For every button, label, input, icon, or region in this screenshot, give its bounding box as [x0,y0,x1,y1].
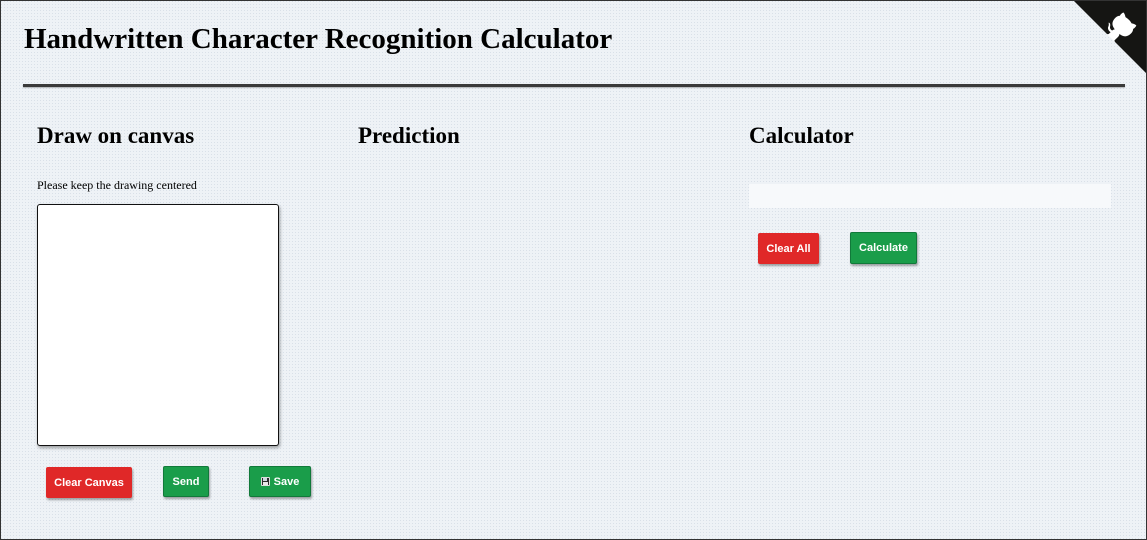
clear-all-button-label: Clear All [766,242,811,255]
save-button[interactable]: Save [249,466,311,497]
calculator-section-heading: Calculator [749,123,854,148]
title-divider [23,84,1125,87]
drawing-canvas[interactable] [37,204,279,446]
save-button-label: Save [273,475,300,488]
calculator-display-input[interactable] [749,184,1111,208]
clear-canvas-button[interactable]: Clear Canvas [46,467,132,498]
github-corner-link[interactable] [1074,1,1146,73]
clear-canvas-button-label: Clear Canvas [54,476,124,489]
floppy-disk-icon [260,477,270,486]
send-button[interactable]: Send [163,466,209,497]
draw-section-heading: Draw on canvas [37,123,195,148]
clear-all-button[interactable]: Clear All [758,233,819,264]
send-button-label: Send [172,475,200,488]
calculate-button-label: Calculate [859,242,908,254]
drawing-hint-text: Please keep the drawing centered [37,178,197,192]
page-title: Handwritten Character Recognition Calcul… [24,23,613,55]
calculate-button[interactable]: Calculate [850,232,917,264]
prediction-section-heading: Prediction [358,123,460,148]
github-octocat-icon [1074,1,1146,73]
